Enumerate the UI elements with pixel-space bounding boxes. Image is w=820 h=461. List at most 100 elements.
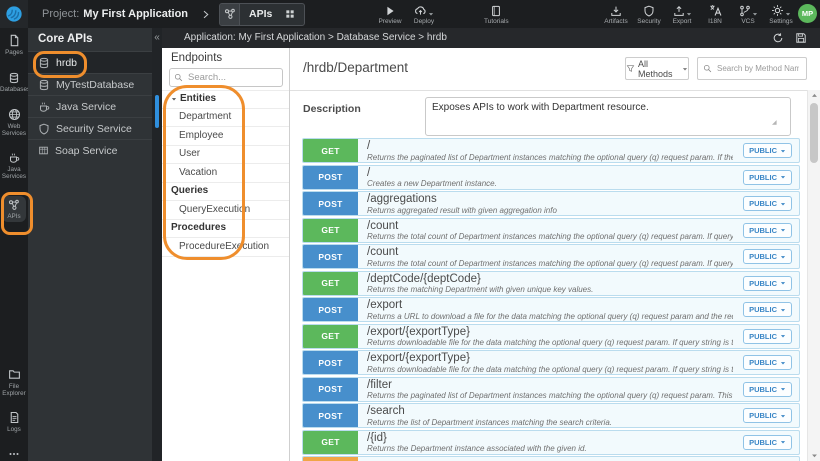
core-api-item-hrdb[interactable]: hrdb [28,51,152,73]
access-public-button[interactable]: PUBLIC [743,302,792,317]
endpoints-search-input[interactable] [186,71,278,84]
api-meta [358,457,799,461]
api-path: /filter [367,378,392,391]
tutorials-button[interactable]: Tutorials [484,4,509,25]
endpoint-group-procedures[interactable]: Procedures [162,220,289,238]
scrollbar-thumb[interactable] [810,103,818,163]
endpoint-item-user[interactable]: User [162,146,289,164]
access-public-button[interactable]: PUBLIC [743,275,792,291]
api-icon [8,199,20,211]
endpoint-item-procedureexecution[interactable]: ProcedureExecution [162,238,289,257]
translate-icon [709,4,722,17]
api-description: Returns aggregated result with given agg… [367,205,557,215]
scroll-up-arrow[interactable] [808,92,820,99]
endpoint-label: User [179,148,201,159]
api-row-post-export[interactable]: POST/export Returns a URL to download a f… [302,297,800,322]
api-row-post-aggregations[interactable]: POST/aggregations Returns aggregated resu… [302,191,800,216]
method-search[interactable] [697,57,807,80]
collapse-panel-button[interactable]: « [152,31,162,45]
caret-down-icon [780,201,786,207]
api-row-post-count[interactable]: POST/count Returns the total count of Dep… [302,244,800,269]
api-row-get-exportexportType[interactable]: GET/export/{exportType} Returns downloada… [302,323,800,349]
access-public-button[interactable]: PUBLIC [743,355,792,370]
access-public-button[interactable]: PUBLIC [743,196,792,211]
api-row-get-[interactable]: GET / Returns the paginated list of Depart… [302,138,800,163]
access-public-button[interactable]: PUBLIC [743,222,792,238]
sidebar-item-logs[interactable]: Logs [0,411,28,433]
access-public-button[interactable]: PUBLIC [743,169,792,185]
play-icon [384,5,396,17]
endpoint-group-queries[interactable]: Queries [162,183,289,201]
topbar-actions-left: Preview Deploy Tutorials [378,0,509,28]
caret-down-icon [780,386,786,392]
sidebar-item-apis[interactable]: APIs [2,196,26,222]
access-public-button[interactable]: PUBLIC [743,249,792,264]
i18n-button[interactable]: I18N [703,4,727,25]
api-row-get-count[interactable]: GET/count Returns the total count of Depa… [302,217,800,243]
api-row-get-id[interactable]: GET/{id} Returns the Department instance … [302,429,800,455]
access-public-button[interactable]: PUBLIC [743,434,792,450]
artifacts-button[interactable]: Artifacts [604,4,628,25]
access-public-button[interactable]: PUBLIC [743,328,792,344]
api-icon [224,8,236,20]
sidebar-item-java-services[interactable]: Java Services [0,152,28,180]
endpoints-panel: Endpoints Entities Department Employee User… [162,48,290,461]
grid-icon[interactable] [285,9,295,19]
method-badge: POST [303,192,358,215]
sidebar-item-file-explorer[interactable]: File Explorer [0,368,28,397]
caret-down-icon [780,148,786,154]
access-public-button[interactable]: PUBLIC [743,381,792,397]
deploy-button[interactable]: Deploy [412,4,436,25]
method-search-input[interactable] [715,63,801,74]
access-public-button[interactable]: PUBLIC [743,408,792,423]
api-row-post-[interactable]: POST / Creates a new Department instance. P… [302,164,800,190]
api-row-post-filter[interactable]: POST/filter Returns the paginated list of… [302,376,800,402]
settings-button[interactable]: Settings [769,4,793,25]
book-icon [490,5,502,17]
vcs-button[interactable]: VCS [736,4,760,25]
save-button[interactable] [795,32,807,44]
core-apis-list: hrdb MyTestDatabase Java Service Security S… [28,51,152,161]
api-row-post-search[interactable]: POST/search Returns the list of Departmen… [302,403,800,428]
tab-apis[interactable]: APIs [219,2,306,26]
scrollbar-thumb[interactable] [155,95,159,128]
coffee-icon [8,152,20,164]
endpoint-label: Department [179,111,232,122]
api-path: / [367,140,371,152]
refresh-button[interactable] [772,32,784,44]
avatar[interactable]: MP [798,4,817,23]
access-public-button[interactable]: PUBLIC [743,143,792,158]
access-label: PUBLIC [749,305,777,314]
scroll-down-arrow[interactable] [808,452,820,459]
caret-down-icon [780,360,786,366]
security-button[interactable]: Security [637,4,661,25]
chevron-right-icon [201,10,210,19]
method-badge: GET [303,271,358,295]
endpoints-search[interactable] [169,68,283,87]
endpoint-item-queryexecution[interactable]: QueryExecution [162,201,289,220]
sidebar-item-more[interactable] [0,448,28,460]
left-icon-sidebar: Pages Databases Web Services Java Services A… [0,28,30,461]
core-api-item-java-service[interactable]: Java Service [28,95,152,117]
sidebar-item-web-services[interactable]: Web Services [0,108,28,137]
preview-button[interactable]: Preview [378,4,402,25]
core-api-item-security-service[interactable]: Security Service [28,117,152,139]
endpoint-group-entities[interactable]: Entities [162,90,289,109]
app-logo[interactable] [0,0,28,28]
api-row-get-deptCodedeptCode[interactable]: GET/deptCode/{deptCode} Returns the match… [302,270,800,296]
download-tray-icon [610,5,622,17]
description-textarea[interactable]: Exposes APIs to work with Department res… [425,97,791,136]
sidebar-item-pages[interactable]: Pages [0,34,28,56]
endpoint-item-department[interactable]: Department [162,109,289,127]
methods-filter-dropdown[interactable]: All Methods [625,57,689,80]
api-row-put[interactable]: PUTPUBLIC [302,456,800,461]
method-badge: PUT [303,457,358,461]
endpoint-item-employee[interactable]: Employee [162,127,289,146]
globe-icon [8,108,21,121]
sidebar-item-databases[interactable]: Databases [0,72,30,93]
endpoint-item-vacation[interactable]: Vacation [162,164,289,183]
api-row-post-exportexportType[interactable]: POST/export/{exportType} Returns download… [302,350,800,375]
core-api-item-mytestdatabase[interactable]: MyTestDatabase [28,73,152,95]
core-api-item-soap-service[interactable]: Soap Service [28,139,152,161]
export-button[interactable]: Export [670,4,694,25]
